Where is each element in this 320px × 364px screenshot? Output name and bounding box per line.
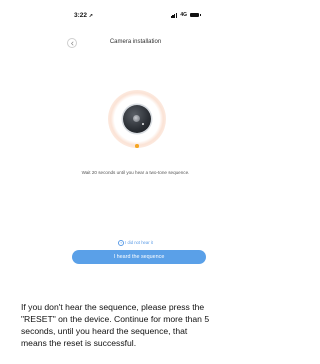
did-not-hear-link[interactable]: ? I did not hear it bbox=[48, 240, 223, 246]
camera-lens bbox=[133, 115, 140, 122]
caption-line: "RESET" on the device. Continue for more… bbox=[21, 314, 210, 324]
caption-text: If you don't hear the sequence, please p… bbox=[21, 301, 269, 349]
status-time-text: 3:22 bbox=[74, 12, 88, 19]
location-arrow-icon: ➚ bbox=[88, 13, 94, 19]
question-icon: ? bbox=[118, 240, 125, 246]
nav-bar: Camera installation bbox=[48, 34, 223, 54]
caption-line: If you don't hear the sequence, please p… bbox=[21, 302, 205, 312]
phone-screen: 3:22 ➚ 4G Camera installation Wait 20 se… bbox=[48, 0, 223, 290]
status-indicator-dot bbox=[135, 144, 139, 148]
camera-led bbox=[142, 123, 144, 125]
did-not-hear-label: I did not hear it bbox=[125, 240, 153, 246]
status-indicators: 4G bbox=[170, 12, 201, 18]
network-type: 4G bbox=[180, 12, 187, 18]
heard-sequence-button[interactable]: I heard the sequence bbox=[72, 250, 206, 264]
caption-line: seconds, until you heard the sequence, t… bbox=[21, 326, 188, 336]
instruction-text: Wait 20 seconds until you hear a two-ton… bbox=[81, 170, 190, 175]
signal-icon bbox=[170, 13, 178, 18]
camera-body bbox=[123, 105, 151, 133]
battery-icon bbox=[190, 12, 201, 18]
status-time: 3:22 ➚ bbox=[74, 12, 93, 19]
camera-device-icon bbox=[108, 90, 166, 148]
page-title: Camera installation bbox=[109, 39, 162, 45]
status-bar: 3:22 ➚ 4G bbox=[48, 12, 223, 26]
caption-line: means the reset is successful. bbox=[21, 338, 137, 348]
heard-sequence-label: I heard the sequence bbox=[113, 254, 165, 260]
